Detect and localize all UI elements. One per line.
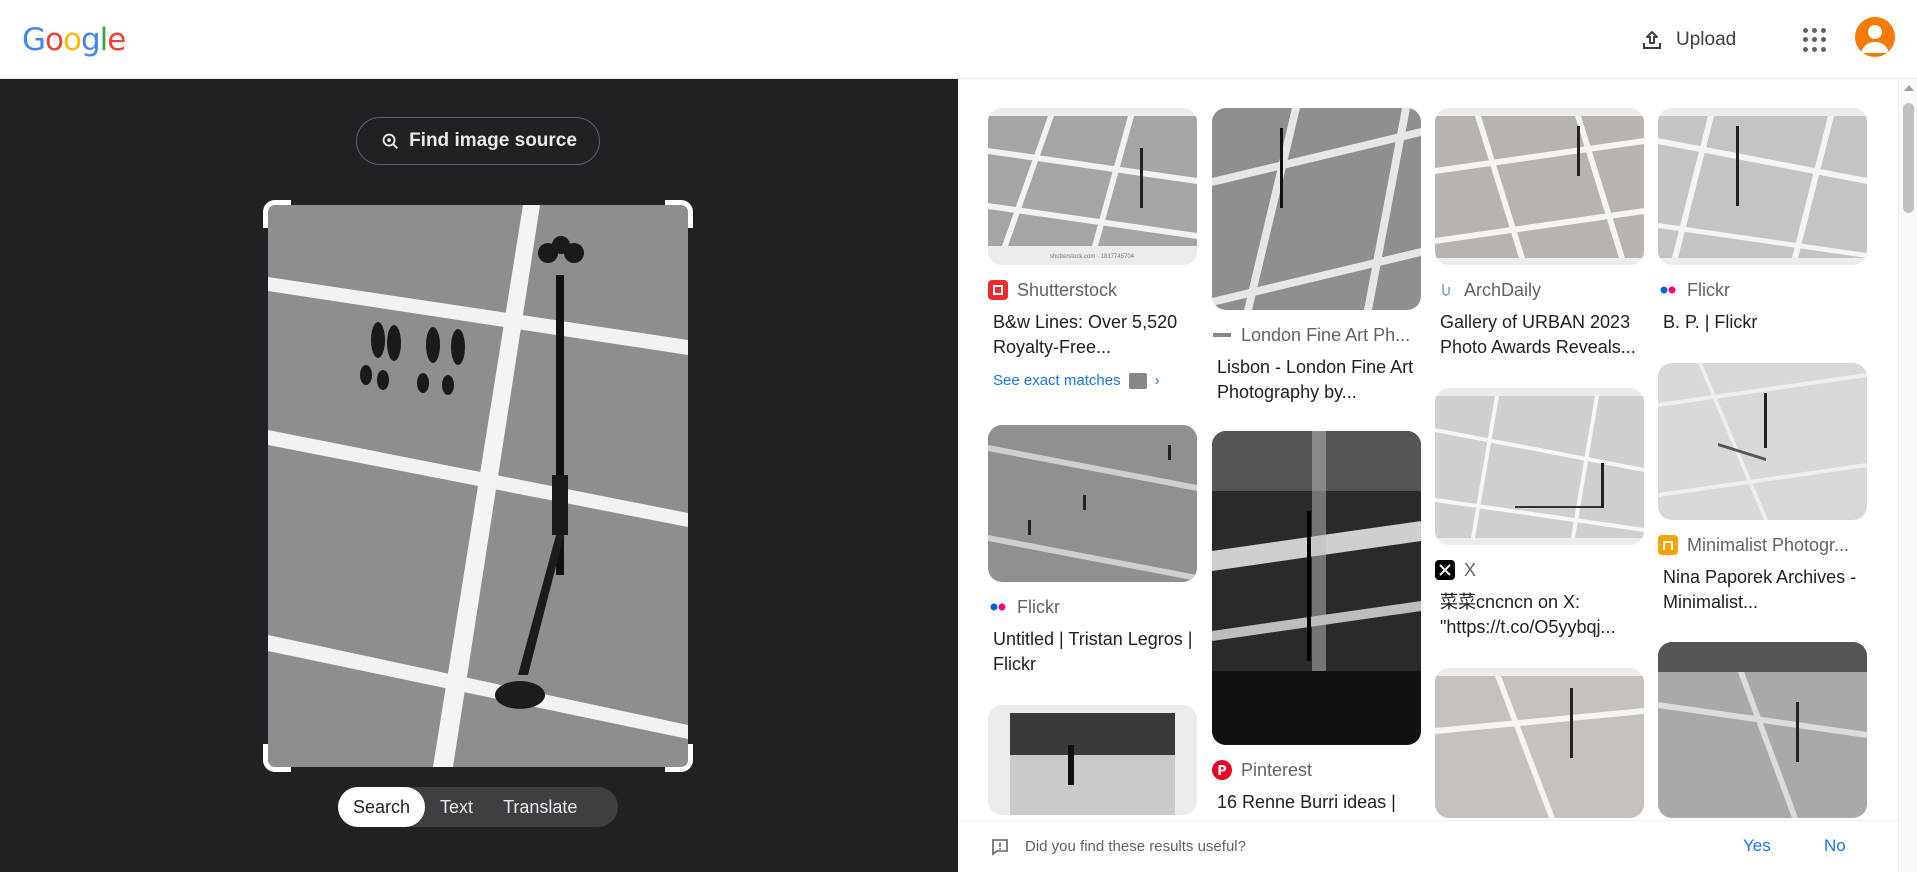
account-avatar-icon[interactable] [1855, 17, 1895, 57]
top-bar: Google Upload [0, 0, 1917, 79]
result-source: Flickr [988, 596, 1197, 618]
result-thumbnail[interactable] [1212, 108, 1421, 310]
result-title[interactable]: B&w Lines: Over 5,520 Royalty-Free... [988, 310, 1197, 360]
result-card[interactable]: shutterstock.com · 1817745704 Shuttersto… [988, 108, 1197, 389]
feedback-question: Did you find these results useful? [1025, 838, 1246, 855]
upload-button[interactable]: Upload [1640, 24, 1736, 56]
result-source: X [1435, 559, 1644, 581]
find-image-source-button[interactable]: Find image source [356, 117, 600, 165]
result-source: P Pinterest [1212, 759, 1421, 781]
result-thumbnail[interactable] [1658, 108, 1867, 265]
result-source: London Fine Art Ph... [1212, 324, 1421, 346]
result-title[interactable]: Nina Paporek Archives - Minimalist... [1658, 565, 1867, 615]
result-thumbnail[interactable] [1435, 668, 1644, 818]
result-title[interactable]: Untitled | Tristan Legros | Flickr [988, 627, 1197, 677]
tab-translate[interactable]: Translate [488, 787, 592, 827]
minimalist-photography-icon [1658, 535, 1678, 555]
result-source-name: Minimalist Photogr... [1687, 534, 1850, 555]
result-title[interactable]: Lisbon - London Fine Art Photography by.… [1212, 355, 1421, 405]
result-card[interactable] [1435, 668, 1644, 818]
result-source-name: Flickr [1687, 279, 1730, 300]
result-source-name: Shutterstock [1017, 279, 1118, 300]
result-thumbnail[interactable] [1435, 388, 1644, 545]
lens-mode-tabs: Search Text Translate [338, 787, 618, 827]
result-title[interactable]: 菜菜cncncn on X: "https://t.co/O5yybqj... [1435, 590, 1644, 640]
feedback-yes-button[interactable]: Yes [1743, 836, 1771, 856]
feedback-no-button[interactable]: No [1824, 836, 1846, 856]
shutterstock-icon [988, 280, 1008, 300]
feedback-bar: Did you find these results useful? Yes N… [958, 820, 1898, 872]
result-thumbnail[interactable] [1658, 363, 1867, 520]
result-thumbnail[interactable] [1212, 431, 1421, 745]
result-card[interactable] [988, 705, 1197, 815]
result-card[interactable]: Flickr B. P. | Flickr [1658, 108, 1867, 335]
scrollbar-thumb[interactable] [1903, 103, 1914, 213]
query-image-crop[interactable] [263, 200, 693, 772]
result-thumbnail[interactable] [988, 425, 1197, 582]
thumbnail-caption: shutterstock.com · 1817745704 [1050, 254, 1135, 260]
result-source-name: London Fine Art Ph... [1241, 324, 1411, 345]
result-card[interactable] [1658, 642, 1867, 818]
find-image-source-label: Find image source [409, 130, 577, 151]
result-card[interactable]: P Pinterest 16 Renne Burri ideas | [1212, 431, 1421, 815]
result-source: Minimalist Photogr... [1658, 534, 1867, 556]
see-exact-matches-link[interactable]: See exact matches › [988, 372, 1197, 389]
query-image [268, 205, 688, 767]
pinterest-icon: P [1212, 760, 1232, 780]
tab-search[interactable]: Search [338, 787, 426, 827]
upload-label: Upload [1676, 29, 1737, 50]
lens-query-panel: Find image source Search Text Translate [0, 79, 958, 872]
result-card[interactable]: ArchDaily Gallery of URBAN 2023 Photo Aw… [1435, 108, 1644, 360]
upload-icon [1643, 31, 1661, 49]
results-scrollbar[interactable] [1898, 79, 1917, 872]
result-title[interactable]: B. P. | Flickr [1658, 310, 1867, 335]
result-thumbnail[interactable] [988, 705, 1197, 815]
apps-grid-icon[interactable] [1803, 28, 1827, 52]
flickr-icon [988, 597, 1008, 617]
result-thumbnail[interactable]: shutterstock.com · 1817745704 [988, 108, 1197, 265]
scroll-up-icon[interactable] [1904, 85, 1914, 91]
result-thumbnail[interactable] [1658, 642, 1867, 818]
result-source-name: Flickr [1017, 596, 1060, 617]
chevron-right-icon: › [1154, 372, 1160, 389]
result-card[interactable]: Flickr Untitled | Tristan Legros | Flick… [988, 425, 1197, 677]
result-source: ArchDaily [1435, 279, 1644, 301]
result-card[interactable]: London Fine Art Ph... Lisbon - London Fi… [1212, 108, 1421, 405]
result-source-name: X [1464, 559, 1477, 580]
result-card[interactable]: Minimalist Photogr... Nina Paporek Archi… [1658, 363, 1867, 615]
result-title[interactable]: Gallery of URBAN 2023 Photo Awards Revea… [1435, 310, 1644, 360]
svg-text:P: P [1217, 764, 1227, 779]
result-source: Shutterstock [988, 279, 1197, 301]
lens-search-icon [382, 133, 399, 149]
result-card[interactable]: X 菜菜cncncn on X: "https://t.co/O5yybqj..… [1435, 388, 1644, 640]
result-thumbnail[interactable] [1435, 108, 1644, 265]
exact-match-thumbnail-icon [1128, 372, 1147, 389]
google-logo[interactable]: Google [22, 22, 126, 58]
x-icon [1435, 560, 1455, 580]
result-source: Flickr [1658, 279, 1867, 301]
flickr-icon [1658, 280, 1678, 300]
result-source-name: Pinterest [1241, 759, 1313, 780]
feedback-icon [992, 839, 1008, 856]
result-source-name: ArchDaily [1464, 279, 1542, 300]
see-exact-matches-label: See exact matches [993, 372, 1121, 389]
tab-text[interactable]: Text [425, 787, 488, 827]
result-title[interactable]: 16 Renne Burri ideas | [1212, 790, 1421, 815]
archdaily-icon [1435, 280, 1455, 300]
london-fine-art-icon [1212, 325, 1232, 345]
